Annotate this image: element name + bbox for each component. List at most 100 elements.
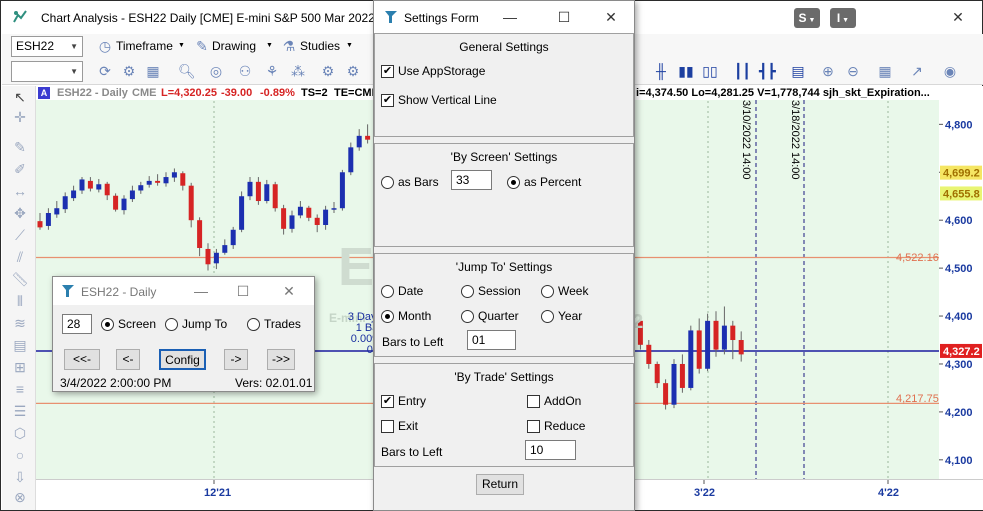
minimize-icon[interactable]: — [191, 281, 211, 301]
ohlc-icon[interactable]: ┫┣ [759, 63, 776, 79]
price-axis-svg: 4,8004,7004,6004,5004,4004,3004,2004,100… [939, 119, 982, 467]
text-icon[interactable]: ☰ [11, 402, 29, 420]
move-icon[interactable]: ✥ [11, 204, 29, 222]
window-title: Chart Analysis - ESH22 Daily [CME] E-min… [41, 11, 375, 25]
zoom-out-icon[interactable]: ⊖ [845, 63, 861, 79]
as-percent-radio[interactable] [507, 176, 520, 189]
zoom-in-icon[interactable]: ⊕ [820, 63, 836, 79]
arrow-down-icon[interactable]: ⇩ [11, 468, 29, 486]
date-radio[interactable] [381, 285, 394, 298]
lines-icon[interactable]: ≡ [11, 380, 29, 398]
next-button[interactable]: -> [224, 349, 248, 370]
drawing-tools-toolbar: ↖ ✛ ✎ ✐ ↔ ✥ ⟋ ⫽ 📏︎ ⦀ ≋ ▤ ⊞ ≡ ☰ ⬡ ○ ⇩ ⊗ [2, 86, 36, 510]
addon-checkbox[interactable] [527, 395, 540, 408]
grid-icon[interactable]: ▦ [145, 63, 161, 79]
config-icon[interactable]: ⚙ [345, 63, 361, 79]
vertical-lines-icon[interactable]: ⦀ [11, 292, 29, 310]
circle-icon[interactable]: ○ [11, 446, 29, 464]
header-exchange: CME [132, 87, 157, 99]
bars-input[interactable]: 33 [451, 170, 492, 190]
add-chart-icon[interactable]: ↗ [909, 63, 925, 79]
zoom-icon[interactable]: 🔍︎ [178, 63, 196, 79]
channel-icon[interactable]: ⫽ [11, 248, 29, 266]
as-bars-radio[interactable] [381, 176, 394, 189]
jump-bars-to-left-input[interactable]: 01 [467, 330, 516, 350]
interval-combo[interactable]: ▼ [11, 61, 83, 82]
s-menu-button[interactable]: S ▼ [794, 8, 820, 28]
jump-to-radio[interactable] [165, 318, 178, 331]
week-radio[interactable] [541, 285, 554, 298]
hollow-candle-icon[interactable]: ▯▯ [702, 63, 718, 79]
trades-radio[interactable] [247, 318, 260, 331]
jump-to-settings-group: 'Jump To' Settings Date Session Week Mon… [374, 253, 634, 357]
trade-bars-to-left-input[interactable]: 10 [525, 440, 576, 460]
addon-label: AddOn [544, 394, 582, 408]
timeframe-menu[interactable]: Timeframe [116, 39, 173, 53]
eraser-icon[interactable]: ⊗ [11, 488, 29, 506]
gear-icon[interactable]: ⚙ [320, 63, 336, 79]
price-tick-label: 4,300 [945, 359, 973, 371]
month-radio[interactable] [381, 310, 394, 323]
header-low: L=4,320.25 [161, 87, 217, 99]
candle [213, 252, 219, 264]
exit-checkbox[interactable] [381, 420, 394, 433]
target-icon[interactable]: ◎ [208, 63, 224, 79]
last-button[interactable]: ->> [267, 349, 295, 370]
i-menu-button[interactable]: I ▼ [830, 8, 856, 28]
view-icon[interactable]: ◉ [942, 63, 958, 79]
reduce-checkbox[interactable] [527, 420, 540, 433]
config-button[interactable]: Config [159, 349, 206, 370]
session-radio[interactable] [461, 285, 474, 298]
nodes-icon[interactable]: ⁂ [290, 63, 306, 79]
symbol-combo[interactable]: ESH22 ▼ [11, 36, 83, 57]
refresh-icon[interactable]: ⟳ [97, 63, 113, 79]
trade-bars-to-left-label: Bars to Left [381, 445, 443, 459]
quarter-radio[interactable] [461, 310, 474, 323]
close-icon[interactable]: ✕ [601, 7, 621, 27]
link-icon[interactable]: A [38, 87, 50, 99]
brush-icon[interactable]: ✐ [11, 160, 29, 178]
entry-checkbox[interactable]: ✔ [381, 395, 394, 408]
ruler-icon[interactable]: 📏︎ [11, 270, 29, 288]
export-icon[interactable]: ▦ [877, 63, 893, 79]
close-icon[interactable]: ✕ [948, 7, 968, 27]
candle [264, 184, 270, 202]
people-icon[interactable]: ⚇ [237, 63, 253, 79]
fib-icon[interactable]: ≋ [11, 314, 29, 332]
maximize-icon[interactable]: ☐ [554, 7, 574, 27]
crosshair-icon[interactable]: ✛ [11, 108, 29, 126]
show-vertical-line-checkbox[interactable]: ✔ [381, 94, 394, 107]
bar-chart-icon[interactable]: ╫ [653, 63, 669, 79]
candle [663, 383, 669, 405]
year-radio[interactable] [541, 310, 554, 323]
candlestick-icon[interactable]: ▮▮ [678, 63, 694, 79]
drawing-menu[interactable]: Drawing [212, 39, 256, 53]
settings-icon[interactable]: ⚙ [121, 63, 137, 79]
as-percent-label: as Percent [524, 175, 582, 189]
network-icon[interactable]: ⚘ [264, 63, 280, 79]
studies-menu[interactable]: Studies [300, 39, 340, 53]
trendline-icon[interactable]: ⟋ [11, 226, 29, 244]
candle [247, 181, 253, 197]
shape-icon[interactable]: ⬡ [11, 424, 29, 442]
volume-icon[interactable]: ┃┃ [734, 63, 751, 79]
first-button[interactable]: <<- [64, 349, 100, 370]
return-button[interactable]: Return [476, 474, 524, 495]
screen-radio[interactable] [101, 318, 114, 331]
prev-button[interactable]: <- [116, 349, 140, 370]
layout-icon[interactable]: ▤ [790, 63, 806, 79]
pointer-icon[interactable]: ↖ [11, 88, 29, 106]
close-icon[interactable]: ✕ [279, 281, 299, 301]
maximize-icon[interactable]: ☐ [233, 281, 253, 301]
grid-tool-icon[interactable]: ⊞ [11, 358, 29, 376]
minimize-icon[interactable]: — [500, 7, 520, 27]
candle [188, 185, 194, 221]
price-axis[interactable]: 4,8004,7004,6004,5004,4004,3004,2004,100… [939, 86, 983, 479]
vline-label-2: 3/18/2022 14:00 [789, 100, 801, 180]
daily-bars-input[interactable]: 28 [62, 314, 92, 334]
year-label: Year [558, 309, 583, 323]
pen-icon[interactable]: ✎ [11, 138, 29, 156]
gann-icon[interactable]: ▤ [11, 336, 29, 354]
use-appstorage-checkbox[interactable]: ✔ [381, 65, 394, 78]
horizontal-arrows-icon[interactable]: ↔ [11, 182, 29, 200]
